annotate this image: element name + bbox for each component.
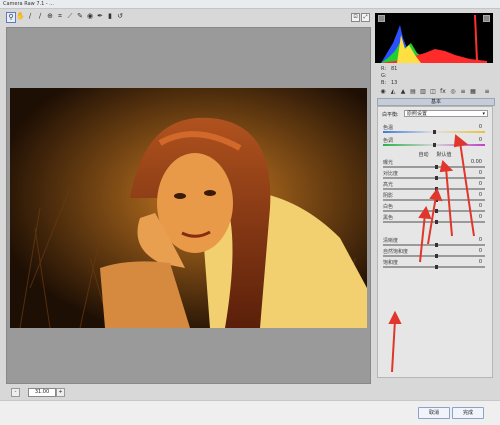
zoom-level-field[interactable]: 31.00 <box>28 388 56 397</box>
targeted-adjustment-tool-icon[interactable]: ⊕ <box>46 12 54 21</box>
r-label: R: <box>381 66 387 72</box>
crop-tool-icon[interactable]: ⌗ <box>56 12 64 21</box>
effects-tab-icon[interactable]: fx <box>439 88 447 96</box>
rgb-readout: R: 81 G: B: 13 <box>381 66 491 87</box>
status-bar: - 31.00 + <box>6 387 371 397</box>
slider-label: 黑色 <box>383 215 394 221</box>
b-value: 13 <box>391 80 398 86</box>
slider-track[interactable] <box>383 187 485 191</box>
straighten-tool-icon[interactable]: ⟋ <box>66 12 74 21</box>
graduated-filter-icon[interactable]: ▮ <box>106 12 114 21</box>
histogram <box>375 13 493 63</box>
slider-label: 阴影 <box>383 193 394 199</box>
slider-track[interactable] <box>383 198 485 202</box>
slider-handle[interactable] <box>435 198 439 202</box>
spot-removal-tool-icon[interactable]: ✎ <box>76 12 84 21</box>
slider-handle[interactable] <box>435 220 439 224</box>
chevron-down-icon: ▾ <box>482 111 485 117</box>
slider-label: 色温 <box>383 125 394 131</box>
slider-label: 曝光 <box>383 160 394 166</box>
fullscreen-icon[interactable]: ⤢ <box>361 13 370 22</box>
hand-tool-icon[interactable]: ✋ <box>16 12 25 21</box>
slider-track[interactable] <box>383 243 485 247</box>
slider-handle[interactable] <box>435 254 439 258</box>
snapshots-tab-icon[interactable]: ▦ <box>469 88 477 96</box>
detail-tab-icon[interactable]: ▲ <box>399 88 407 96</box>
g-label: G: <box>381 73 387 79</box>
lens-tab-icon[interactable]: ◫ <box>429 88 437 96</box>
slider-track[interactable] <box>383 165 485 169</box>
slider-value[interactable]: 0 <box>479 170 482 176</box>
basic-tab-icon[interactable]: ◉ <box>379 88 387 96</box>
title-bar: Camera Raw 7.1 - ... <box>0 0 500 9</box>
bottom-bar: 取消 完成 <box>0 400 500 425</box>
done-button[interactable]: 完成 <box>452 407 484 419</box>
slider-label: 白色 <box>383 204 394 210</box>
rotate-icon[interactable]: ↺ <box>116 12 124 21</box>
slider-label: 饱和度 <box>383 260 399 266</box>
default-link[interactable]: 默认值 <box>437 152 452 158</box>
color-sampler-tool-icon[interactable]: ∕ <box>36 12 44 21</box>
adjustment-brush-icon[interactable]: ✒ <box>96 12 104 21</box>
highlight-clipping-icon[interactable] <box>483 15 490 22</box>
slider-label: 高光 <box>383 182 394 188</box>
toolbar: ⚲ ✋ ∕ ∕ ⊕ ⌗ ⟋ ✎ ◉ ✒ ▮ ↺ <box>6 12 370 23</box>
shadow-clipping-icon[interactable] <box>378 15 385 22</box>
slider-track[interactable] <box>383 143 485 147</box>
preview-toggle-icon[interactable]: ⊡ <box>351 13 360 22</box>
zoom-in-button[interactable]: + <box>56 388 65 397</box>
red-eye-tool-icon[interactable]: ◉ <box>86 12 94 21</box>
slider-value[interactable]: 0 <box>479 237 482 243</box>
slider-label: 清晰度 <box>383 238 399 244</box>
slider-handle[interactable] <box>435 265 439 269</box>
white-balance-label: 白平衡: <box>382 112 399 118</box>
slider-track[interactable] <box>383 265 485 269</box>
camera-calibration-tab-icon[interactable]: ◎ <box>449 88 457 96</box>
auto-link[interactable]: 自动 <box>418 152 428 158</box>
panel-menu-icon[interactable]: ≡ <box>483 88 491 96</box>
slider-handle[interactable] <box>435 187 439 191</box>
slider-label: 色调 <box>383 138 394 144</box>
white-balance-tool-icon[interactable]: ∕ <box>26 12 34 21</box>
slider-handle[interactable] <box>435 165 439 169</box>
zoom-tool-icon[interactable]: ⚲ <box>6 12 16 23</box>
slider-value[interactable]: 0 <box>479 137 482 143</box>
white-balance-select[interactable]: 原照设置 ▾ <box>404 110 488 117</box>
slider-value[interactable]: 0 <box>479 214 482 220</box>
b-label: B: <box>381 80 387 86</box>
basic-panel: 白平衡: 原照设置 ▾ 自动 默认值 色温 0 色调 0 曝光 0.00 对比度 0 高光 0 阴影 0 白… <box>377 106 493 378</box>
r-value: 81 <box>391 66 398 72</box>
slider-value[interactable]: 0 <box>479 124 482 130</box>
slider-handle[interactable] <box>435 176 439 180</box>
panel-tabs: ◉ ◭ ▲ ▤ ▥ ◫ fx ◎ ≡ ▦ ≡ <box>377 88 494 97</box>
slider-value[interactable]: 0 <box>479 192 482 198</box>
slider-value[interactable]: 0 <box>479 259 482 265</box>
slider-handle[interactable] <box>433 143 436 147</box>
slider-value[interactable]: 0 <box>479 181 482 187</box>
slider-handle[interactable] <box>435 243 439 247</box>
presets-tab-icon[interactable]: ≡ <box>459 88 467 96</box>
slider-track[interactable] <box>383 176 485 180</box>
cancel-button[interactable]: 取消 <box>418 407 450 419</box>
zoom-out-button[interactable]: - <box>11 388 20 397</box>
tone-curve-tab-icon[interactable]: ◭ <box>389 88 397 96</box>
window-title: Camera Raw 7.1 - ... <box>3 1 55 7</box>
hsl-tab-icon[interactable]: ▤ <box>409 88 417 96</box>
white-balance-value: 原照设置 <box>407 111 428 117</box>
slider-track[interactable] <box>383 254 485 258</box>
slider-track[interactable] <box>383 220 485 224</box>
panel-header: 基本 <box>377 98 495 106</box>
auto-default-row: 自动 默认值 <box>378 151 492 158</box>
slider-track[interactable] <box>383 130 485 134</box>
slider-value[interactable]: 0 <box>479 248 482 254</box>
slider-handle[interactable] <box>433 130 436 134</box>
slider-track[interactable] <box>383 209 485 213</box>
preview-photo <box>10 88 367 328</box>
slider-value[interactable]: 0.00 <box>471 159 482 165</box>
slider-label: 对比度 <box>383 171 399 177</box>
slider-label: 自然饱和度 <box>383 249 409 255</box>
split-toning-tab-icon[interactable]: ▥ <box>419 88 427 96</box>
slider-value[interactable]: 0 <box>479 203 482 209</box>
slider-handle[interactable] <box>435 209 439 213</box>
